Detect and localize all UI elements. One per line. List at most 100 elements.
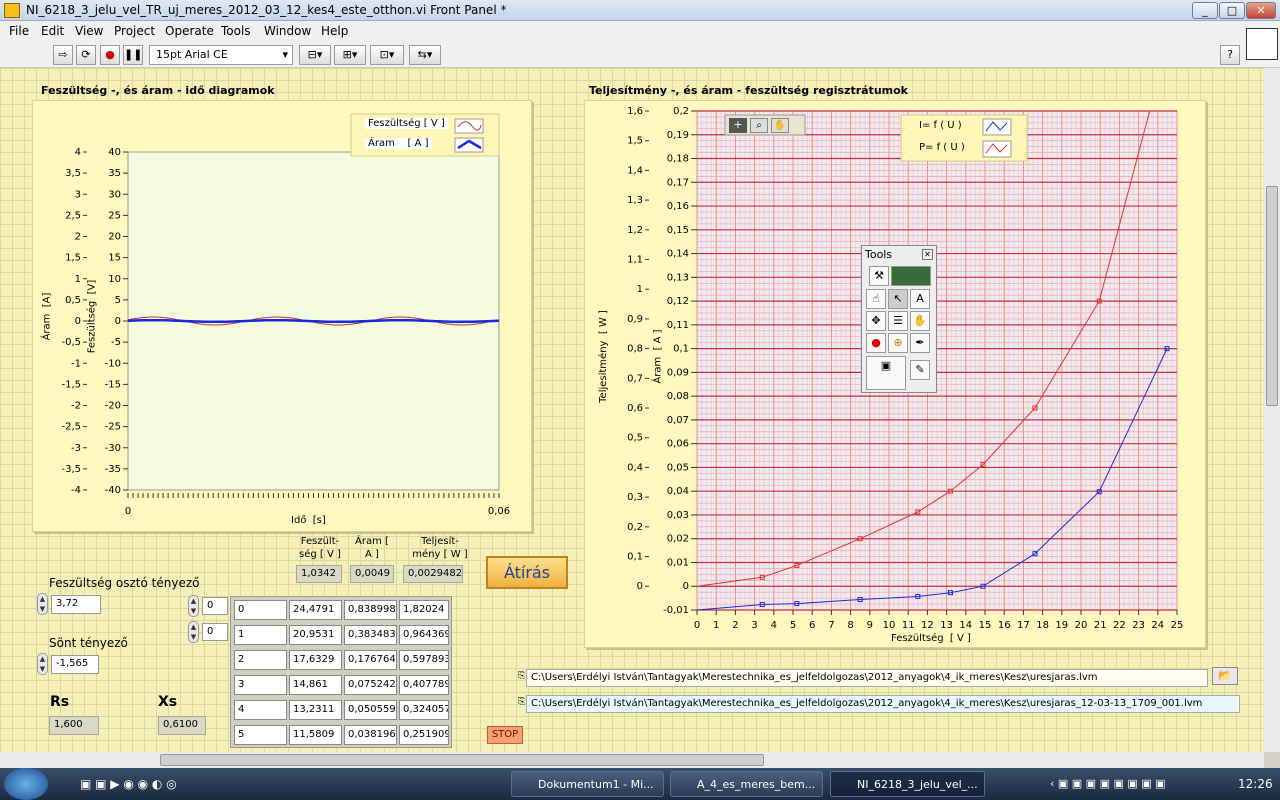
close-icon[interactable]: ✕ — [922, 249, 933, 260]
current-tick: 0,15 — [667, 225, 689, 236]
left-y-tick: 2 — [75, 232, 81, 243]
tools-palette[interactable]: Tools ✕ ⚒ ☝ ↖ A ✥ ☰ ✋ ● ⊕ ✒ ▣ ✎ — [861, 245, 937, 393]
voltage-tick: 23 — [1132, 620, 1145, 631]
operate-hand-icon[interactable]: ☝ — [866, 289, 886, 309]
auto-tool-icon[interactable]: ⚒ — [869, 266, 889, 286]
scroll-thumb[interactable] — [1266, 186, 1278, 406]
stop-button[interactable]: STOP — [487, 726, 523, 744]
atiras-button[interactable]: Átírás — [486, 556, 568, 589]
toolbar: ⇨ ⟳ ● ❚❚ 15pt Arial CE ▾ ⊟▾ ⊞▾ ⊡▾ ⇆▾ ? — [0, 28, 1280, 68]
crosshair-icon[interactable]: + — [729, 118, 747, 133]
position-arrow-icon[interactable]: ↖ — [888, 289, 908, 309]
left-y-tick: -0,5 — [61, 337, 81, 348]
right-y-tick: 15 — [108, 253, 121, 264]
hscroll-thumb[interactable] — [160, 754, 764, 766]
voltage-tick: 1 — [713, 620, 719, 631]
divider-spinner[interactable]: ▲ ▼ — [37, 593, 48, 615]
divider-factor-input[interactable]: 3,72 — [51, 595, 101, 614]
minimize-button[interactable]: _ — [1192, 2, 1218, 19]
current-tick: 0,12 — [667, 296, 689, 307]
taskbar-labview[interactable]: NI_6218_3_jelu_vel_... — [830, 771, 985, 797]
vertical-scrollbar[interactable] — [1264, 68, 1280, 752]
menu-file[interactable]: File — [9, 24, 29, 38]
col-index-spinner[interactable]: ▲ ▼ — [188, 621, 199, 643]
taskbar-word[interactable]: Dokumentum1 - Mi... — [511, 771, 664, 797]
brush-icon[interactable]: ✎ — [910, 360, 930, 380]
data-table: 0 24,4791 0,838998 1,82024 1 20,9531 0,383483 0… — [230, 596, 452, 748]
maximize-button[interactable]: □ — [1219, 2, 1245, 19]
table-cell: 5 — [234, 725, 287, 745]
pause-icon[interactable]: ❚❚ — [123, 45, 143, 65]
table-cell: 13,2311 — [289, 700, 342, 720]
set-color-icon[interactable]: ▣ — [866, 356, 906, 390]
wire-icon[interactable]: ✥ — [866, 311, 886, 331]
run-continuously-icon[interactable]: ⟳ — [76, 45, 96, 65]
title-bar: NI_6218_3_jelu_vel_TR_uj_meres_2012_03_1… — [0, 0, 1280, 21]
left-y-axis-label: Áram [A] — [41, 292, 53, 341]
right-y-tick: -40 — [105, 485, 121, 496]
power-tick: 0,9 — [627, 314, 643, 325]
right-y-tick: -25 — [105, 422, 121, 433]
menu-view[interactable]: View — [75, 24, 103, 38]
clock: 12:26 — [1238, 777, 1273, 791]
start-button[interactable] — [4, 768, 48, 800]
left-y-tick: -3,5 — [61, 464, 81, 475]
table-cell: 2 — [234, 650, 287, 670]
pan-hand-icon[interactable]: ✋ — [771, 118, 789, 133]
right-y-ticks: 40 35 30 25 20 15 10 5 0 -5 -10 -15 -20 -25 -30 -35 -40 — [105, 147, 128, 496]
scroll-hand-icon[interactable]: ✋ — [910, 311, 930, 331]
voltage-tick: 10 — [883, 620, 896, 631]
current-tick: 0,02 — [667, 534, 689, 545]
breakpoint-icon[interactable]: ● — [866, 333, 886, 353]
auto-select-icon[interactable] — [891, 266, 931, 286]
table-cell: 0,176764 — [344, 650, 397, 670]
row-index-input[interactable]: 0 — [202, 597, 228, 615]
help-button[interactable]: ? — [1220, 45, 1240, 65]
right-y-tick: -10 — [105, 358, 121, 369]
menu-project[interactable]: Project — [114, 24, 155, 38]
power-tick: 1,1 — [627, 255, 643, 266]
color-picker-icon[interactable]: ✒ — [910, 333, 930, 353]
reorder-icon[interactable]: ⇆▾ — [409, 45, 441, 65]
abort-icon[interactable]: ● — [100, 45, 120, 65]
resize-icon[interactable]: ⊡▾ — [370, 45, 404, 65]
align-icon[interactable]: ⊟▾ — [299, 45, 331, 65]
x-ticks: 0 0,06 — [125, 493, 510, 517]
voltage-tick: 20 — [1075, 620, 1088, 631]
taskbar-doc[interactable]: A_4_es_meres_bem... — [670, 771, 823, 797]
probe-icon[interactable]: ⊕ — [888, 333, 908, 353]
voltage-tick: 7 — [828, 620, 834, 631]
font-select[interactable]: 15pt Arial CE ▾ — [149, 45, 293, 65]
zoom-icon[interactable]: ⌕ — [750, 118, 768, 133]
voltage-tick: 22 — [1113, 620, 1126, 631]
menu-edit[interactable]: Edit — [41, 24, 64, 38]
close-button[interactable]: ✕ — [1246, 2, 1276, 19]
left-y-tick: 4 — [75, 147, 81, 158]
table-cell: 0,407789 — [399, 675, 449, 695]
power-ticks: 1,6 1,5 1,4 1,3 1,2 1,1 1 0,9 0,8 0,7 0,6 0,5 0,4 0,3… — [627, 106, 649, 592]
xs-value: 0,6100 — [158, 716, 206, 735]
shortcut-menu-icon[interactable]: ☰ — [888, 311, 908, 331]
current-readout: 0,0049 — [350, 565, 394, 583]
edit-text-icon[interactable]: A — [910, 289, 930, 309]
voltage-readout: 1,0342 — [296, 565, 342, 583]
shunt-spinner[interactable]: ▲ ▼ — [37, 653, 48, 675]
horizontal-scrollbar[interactable] — [0, 752, 1264, 768]
menu-help[interactable]: Help — [321, 24, 348, 38]
run-arrow-icon[interactable]: ⇨ — [53, 45, 73, 65]
power-tick: 0,5 — [627, 433, 643, 444]
left-y-tick: -3 — [71, 443, 81, 454]
col-index-input[interactable]: 0 — [202, 623, 228, 641]
browse-folder-icon[interactable]: 📂 — [1212, 667, 1238, 685]
row-index-spinner[interactable]: ▲ ▼ — [188, 595, 199, 617]
time-x-axis-label: Idő [s] — [291, 515, 326, 526]
shunt-factor-input[interactable]: -1,565 — [51, 655, 99, 674]
menu-tools[interactable]: Tools — [221, 24, 251, 38]
right-y-tick: -15 — [105, 379, 121, 390]
menu-window[interactable]: Window — [264, 24, 311, 38]
table-cell: 0,838998 — [344, 600, 397, 620]
power-tick: 1,3 — [627, 195, 643, 206]
distribute-icon[interactable]: ⊞▾ — [334, 45, 366, 65]
menu-operate[interactable]: Operate — [165, 24, 214, 38]
input-file-path[interactable]: C:\Users\Erdélyi István\Tantagyak\Merest… — [526, 669, 1208, 687]
